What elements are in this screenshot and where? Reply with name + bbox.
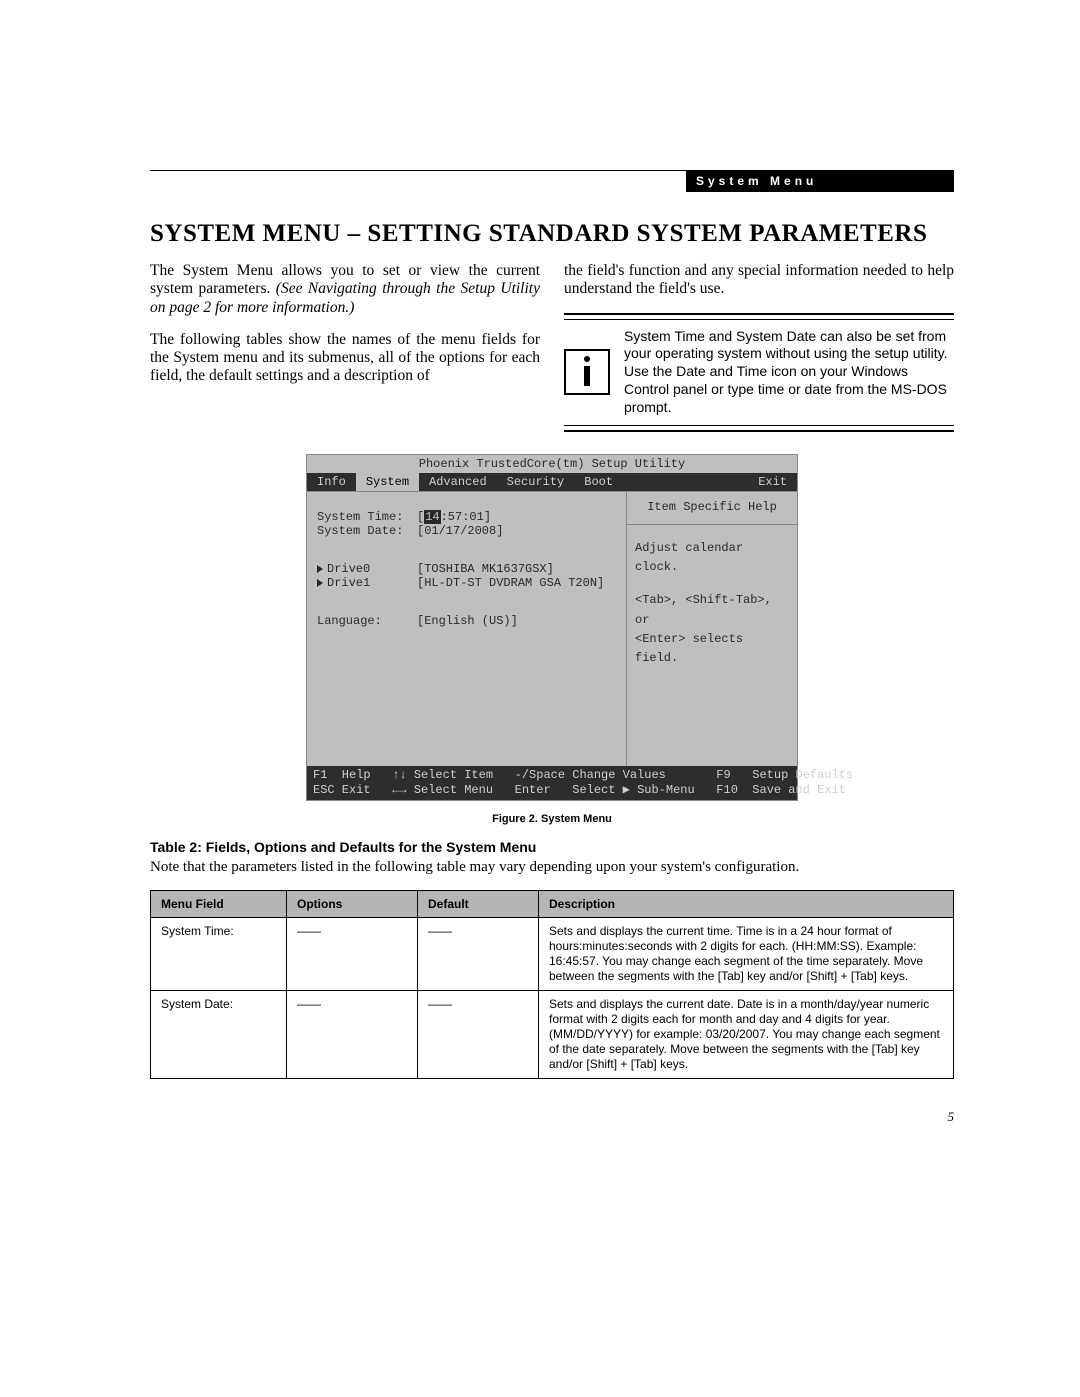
bios-help-title: Item Specific Help: [627, 492, 797, 525]
intro-columns: The System Menu allows you to set or vie…: [150, 262, 954, 436]
info-row: System Time and System Date can also be …: [564, 322, 954, 424]
bios-row-drive0[interactable]: Drive0 [TOSHIBA MK1637GSX]: [317, 562, 618, 576]
bios-footer: F1 Help ↑↓ Select Item -/Space Change Va…: [307, 766, 797, 800]
td-description: Sets and displays the current time. Time…: [539, 918, 954, 991]
manual-page: System Menu SYSTEM MENU – SETTING STANDA…: [0, 0, 1080, 1397]
bios-tab-info[interactable]: Info: [307, 473, 356, 491]
info-rule-top-2: [564, 319, 954, 320]
bios-tab-system[interactable]: System: [356, 473, 419, 491]
bios-help-body: Adjust calendar clock. <Tab>, <Shift-Tab…: [627, 525, 797, 682]
th-options: Options: [287, 891, 418, 918]
bios-main: System Time: [14:57:01] System Date: [01…: [307, 491, 627, 766]
td-description: Sets and displays the current date. Date…: [539, 991, 954, 1079]
bios-lang-label: Language:: [317, 614, 417, 628]
intro-col-right: the field's function and any special inf…: [564, 262, 954, 436]
bios-drive1-value: [HL-DT-ST DVDRAM GSA T20N]: [417, 576, 604, 590]
bios-help-l2: <Tab>, <Shift-Tab>, or: [635, 591, 789, 629]
td-options: ——: [287, 991, 418, 1079]
figure-caption: Figure 2. System Menu: [150, 813, 954, 825]
bios-time-label: System Time:: [317, 510, 417, 524]
info-rule-top-1: [564, 313, 954, 315]
bios-screenshot: Phoenix TrustedCore(tm) Setup Utility In…: [306, 454, 798, 801]
table-header-row: Menu Field Options Default Description: [151, 891, 954, 918]
info-panel: System Time and System Date can also be …: [564, 313, 954, 433]
td-default: ——: [418, 918, 539, 991]
info-rule-bot-2: [564, 430, 954, 432]
th-menu-field: Menu Field: [151, 891, 287, 918]
td-options: ——: [287, 918, 418, 991]
bios-title: Phoenix TrustedCore(tm) Setup Utility: [307, 455, 797, 473]
th-description: Description: [539, 891, 954, 918]
td-field: System Date:: [151, 991, 287, 1079]
info-icon: [564, 349, 610, 395]
intro-col-left: The System Menu allows you to set or vie…: [150, 262, 540, 436]
bios-tab-boot[interactable]: Boot: [574, 473, 623, 491]
bios-time-rest: :57:01]: [441, 510, 491, 524]
table-note: Note that the parameters listed in the f…: [150, 859, 954, 876]
td-field: System Time:: [151, 918, 287, 991]
bios-lang-value[interactable]: [English (US)]: [417, 614, 518, 628]
bios-drive0-value: [TOSHIBA MK1637GSX]: [417, 562, 554, 576]
bios-drive1-label: Drive1: [327, 576, 370, 590]
bios-body: System Time: [14:57:01] System Date: [01…: [307, 491, 797, 766]
section-header-label: System Menu: [686, 170, 954, 192]
bios-footer-l2: ESC Exit ←→ Select Menu Enter Select ▶ S…: [313, 783, 846, 797]
bios-row-language[interactable]: Language: [English (US)]: [317, 614, 618, 628]
th-default: Default: [418, 891, 539, 918]
info-rule-bot-1: [564, 425, 954, 426]
page-number: 5: [948, 1109, 955, 1125]
bios-help-l3: <Enter> selects field.: [635, 630, 789, 668]
bios-tabs: Info System Advanced Security Boot Exit: [307, 473, 797, 491]
triangle-icon: [317, 579, 323, 587]
intro-p2: The following tables show the names of t…: [150, 331, 540, 386]
triangle-icon: [317, 565, 323, 573]
bios-row-drive1[interactable]: Drive1 [HL-DT-ST DVDRAM GSA T20N]: [317, 576, 618, 590]
bios-time-cursor: 14: [424, 510, 440, 524]
bios-help-l1: Adjust calendar clock.: [635, 539, 789, 577]
bios-tab-security[interactable]: Security: [497, 473, 575, 491]
table-row: System Date: —— —— Sets and displays the…: [151, 991, 954, 1079]
bios-tab-advanced[interactable]: Advanced: [419, 473, 497, 491]
bios-drive0-label: Drive0: [327, 562, 370, 576]
td-default: ——: [418, 991, 539, 1079]
bios-row-date[interactable]: System Date: [01/17/2008]: [317, 524, 618, 538]
info-text: System Time and System Date can also be …: [624, 328, 954, 418]
page-title: SYSTEM MENU – SETTING STANDARD SYSTEM PA…: [150, 220, 954, 248]
fields-table: Menu Field Options Default Description S…: [150, 890, 954, 1079]
table-title: Table 2: Fields, Options and Defaults fo…: [150, 839, 954, 855]
bios-tab-exit[interactable]: Exit: [748, 473, 797, 491]
table-row: System Time: —— —— Sets and displays the…: [151, 918, 954, 991]
bios-help: Item Specific Help Adjust calendar clock…: [627, 491, 797, 766]
bios-date-label: System Date:: [317, 524, 417, 538]
bios-footer-l1: F1 Help ↑↓ Select Item -/Space Change Va…: [313, 768, 853, 782]
intro-p3: the field's function and any special inf…: [564, 262, 954, 299]
intro-p1: The System Menu allows you to set or vie…: [150, 262, 540, 317]
bios-row-time[interactable]: System Time: [14:57:01]: [317, 510, 618, 524]
bios-date-value[interactable]: [01/17/2008]: [417, 524, 503, 538]
bios-time-value[interactable]: [14:57:01]: [417, 510, 491, 524]
